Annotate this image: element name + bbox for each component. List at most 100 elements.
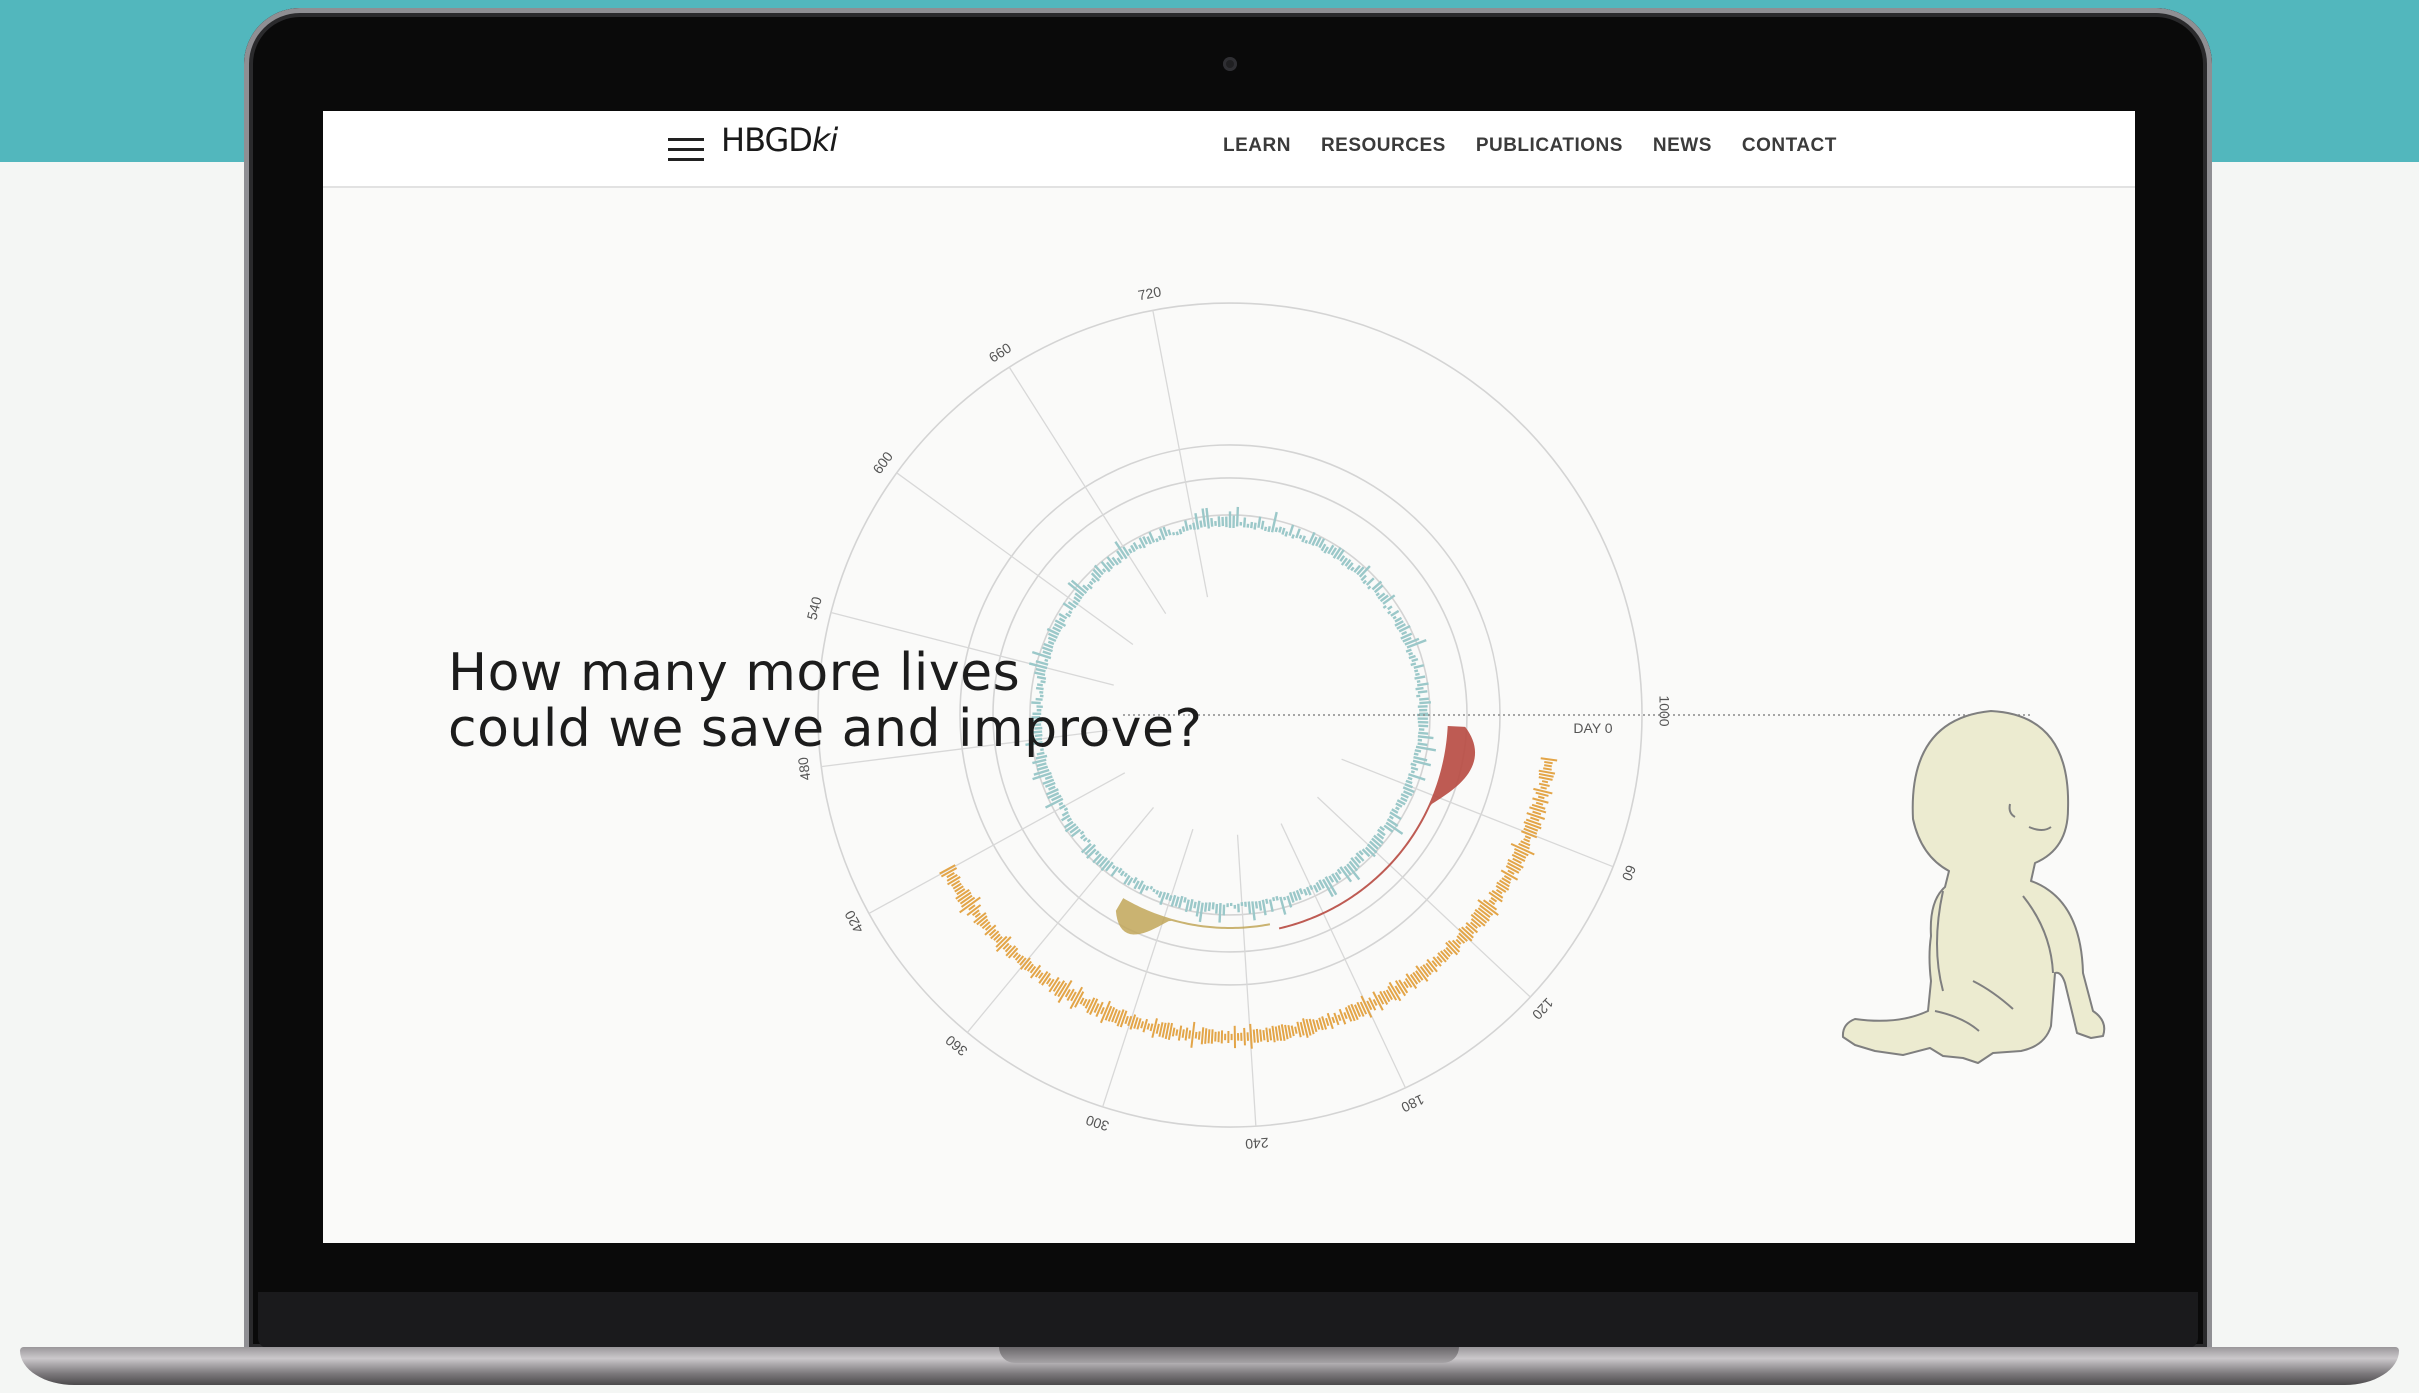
outer-spike — [1315, 1019, 1321, 1030]
inner-spike — [1207, 902, 1212, 912]
inner-spike — [1419, 701, 1431, 705]
inner-spike — [1418, 724, 1429, 728]
inner-spike — [1298, 888, 1304, 895]
outer-spike — [1540, 786, 1547, 790]
inner-spike — [1392, 615, 1397, 620]
outer-spike — [1274, 1026, 1279, 1041]
inner-spike — [1201, 508, 1207, 527]
outer-spike — [1537, 795, 1545, 800]
outer-spike — [1372, 998, 1378, 1006]
inner-spike — [1379, 825, 1386, 832]
inner-spike — [1170, 894, 1177, 907]
outer-spike — [1524, 835, 1532, 840]
inner-spike — [1184, 520, 1189, 531]
outer-spike — [1535, 791, 1549, 797]
inner-spike — [1260, 520, 1265, 530]
inner-spike — [1301, 535, 1306, 543]
outer-spike — [1507, 862, 1522, 871]
inner-spike — [1388, 815, 1394, 820]
inner-spike — [1247, 901, 1252, 914]
inner-spike — [1278, 526, 1283, 533]
inner-spike — [1408, 654, 1416, 660]
inner-spike — [1419, 697, 1429, 701]
inner-spike — [1403, 790, 1413, 797]
inner-spike — [1408, 651, 1414, 656]
inner-spike — [1281, 527, 1286, 535]
outer-spike — [1204, 1028, 1208, 1044]
inner-spike — [1155, 538, 1159, 543]
inner-spike — [1414, 669, 1419, 673]
inner-spike — [1082, 837, 1088, 842]
inner-spike — [1061, 811, 1069, 817]
inner-spike — [1411, 657, 1419, 663]
inner-spike — [1417, 735, 1434, 740]
outer-spike — [1151, 1018, 1158, 1038]
outer-spike — [1526, 812, 1546, 820]
inner-spike — [1395, 802, 1403, 808]
inner-spike — [1242, 517, 1247, 528]
inner-spike — [1079, 834, 1086, 840]
laptop-bezel — [258, 1292, 2198, 1348]
outer-spike — [1326, 1012, 1334, 1030]
inner-spike — [1274, 527, 1279, 533]
inner-spike — [1391, 808, 1399, 814]
inner-spike — [1288, 891, 1295, 903]
product-mockup: HBGDki LEARN RESOURCES PUBLICATIONS NEWS… — [0, 0, 2419, 1393]
outer-spike — [1207, 1029, 1211, 1044]
inner-spike — [1416, 679, 1421, 683]
tick-label: 120 — [1529, 995, 1557, 1023]
outer-spike — [1538, 769, 1556, 775]
inner-spike — [1298, 534, 1303, 539]
inner-spike — [1146, 536, 1152, 545]
inner-spike — [1205, 507, 1211, 529]
outer-spike — [1532, 797, 1549, 804]
inner-spike — [1094, 850, 1100, 856]
inner-spike — [1036, 762, 1047, 768]
inner-spike — [1258, 900, 1263, 911]
inner-spike — [1387, 605, 1393, 611]
inner-spike — [1417, 690, 1428, 694]
inner-spike — [1401, 630, 1408, 636]
tick-label: 300 — [1084, 1112, 1111, 1135]
outer-spike — [1268, 1028, 1273, 1041]
inner-spike — [1271, 897, 1276, 902]
inner-spike — [1410, 662, 1417, 667]
inner-spike — [1052, 626, 1062, 633]
outer-spike — [1540, 757, 1558, 762]
inner-spike — [1117, 867, 1123, 874]
inner-spike — [1382, 604, 1387, 609]
tick-label: 420 — [841, 908, 866, 936]
inner-spike — [1302, 888, 1308, 896]
headline-line-1: How many more lives — [448, 643, 1021, 703]
inner-spike — [1394, 616, 1403, 623]
inner-spike — [1360, 574, 1367, 582]
inner-spike — [1195, 900, 1201, 917]
inner-spike — [1395, 806, 1400, 811]
inner-spike — [1250, 521, 1254, 529]
tick-label: 360 — [942, 1032, 970, 1059]
inner-spike — [1268, 899, 1274, 912]
inner-spike — [1210, 517, 1214, 527]
tick-label: 60 — [1619, 863, 1640, 884]
inner-spike — [1339, 555, 1346, 562]
inner-spike — [1171, 531, 1176, 536]
inner-spike — [1174, 896, 1180, 907]
tick-label: 1000 — [1656, 695, 1672, 726]
outer-spike — [1538, 772, 1554, 778]
inner-spike — [1079, 830, 1085, 835]
outer-spike — [1175, 1029, 1179, 1036]
inner-spike — [1407, 776, 1413, 781]
outer-spike — [1255, 1028, 1260, 1043]
inner-spike — [1336, 868, 1342, 875]
outer-spike — [1541, 780, 1549, 784]
outer-spike — [1045, 977, 1052, 985]
inner-spike — [1068, 610, 1073, 615]
chart-spoke — [1341, 758, 1614, 868]
outer-spike — [1252, 1029, 1256, 1043]
outer-spike — [1523, 838, 1531, 843]
outer-spike — [1210, 1029, 1214, 1044]
outer-spike — [1337, 1014, 1342, 1022]
outer-spike — [1495, 888, 1503, 895]
inner-spike — [1047, 640, 1055, 646]
tick-label: 600 — [869, 448, 896, 476]
